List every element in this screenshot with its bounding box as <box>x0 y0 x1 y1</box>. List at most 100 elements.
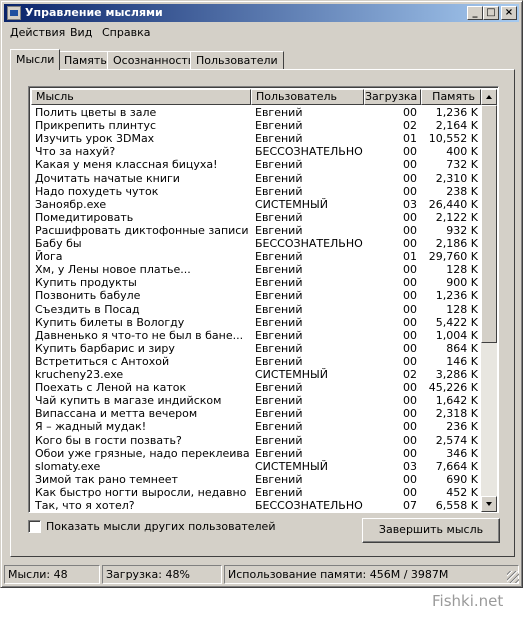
cell-thought: Какая у меня классная бицуха! <box>35 158 218 172</box>
cell-memory: 864 K <box>446 341 478 355</box>
task-manager-window: Управление мыслями _ □ × Действия Вид Сп… <box>0 0 523 588</box>
menu-actions[interactable]: Действия <box>10 26 65 39</box>
column-thought[interactable]: Мысль <box>31 89 251 105</box>
cell-user: Евгений <box>255 223 303 237</box>
table-row[interactable]: Полить цветы в зале Евгений 00 1,236 K <box>31 106 481 119</box>
cell-load: 00 <box>403 289 417 303</box>
menu-help[interactable]: Справка <box>102 26 150 39</box>
cell-load: 07 <box>403 499 417 511</box>
scroll-up-icon[interactable] <box>481 89 497 105</box>
cell-load: 02 <box>403 119 417 133</box>
cell-user: Евгений <box>255 433 303 447</box>
cell-user: Евгений <box>255 407 303 421</box>
table-row[interactable]: Съездить в Посад Евгений 00 128 K <box>31 303 481 316</box>
end-thought-button[interactable]: Завершить мысль <box>362 518 500 543</box>
cell-memory: 346 K <box>446 446 478 460</box>
cell-memory: 1,642 K <box>435 394 478 408</box>
list-header: Мысль Пользователь Загрузка Память <box>31 89 481 105</box>
scroll-thumb[interactable] <box>481 105 497 343</box>
cell-thought: Заноябр.exe <box>35 197 107 211</box>
table-row[interactable]: Позвонить бабуле Евгений 00 1,236 K <box>31 289 481 302</box>
column-load[interactable]: Загрузка <box>364 89 421 105</box>
tab-users[interactable]: Пользователи <box>190 51 284 69</box>
cell-user: Евгений <box>255 276 303 290</box>
table-row[interactable]: Надо похудеть чуток Евгений 00 238 K <box>31 185 481 198</box>
table-row[interactable]: Зимой так рано темнеет Евгений 00 690 K <box>31 473 481 486</box>
cell-load: 00 <box>403 276 417 290</box>
cell-user: Евгений <box>255 171 303 185</box>
cell-thought: Обои уже грязные, надо переклеивать <box>35 446 249 460</box>
tab-awareness[interactable]: Осознанность <box>107 51 201 69</box>
table-row[interactable]: Випассана и метта вечером Евгений 00 2,318 … <box>31 407 481 420</box>
column-user[interactable]: Пользователь <box>251 89 364 105</box>
table-row[interactable]: Кого бы в гости позвать? Евгений 00 2,574 K <box>31 434 481 447</box>
cell-load: 00 <box>403 472 417 486</box>
tab-thoughts[interactable]: Мысли <box>10 49 61 70</box>
cell-thought: Чай купить в магазе индийском <box>35 394 222 408</box>
table-row[interactable]: Я – жадный мудак! Евгений 00 236 K <box>31 420 481 433</box>
table-row[interactable]: Купить барбарис и зиру Евгений 00 864 K <box>31 342 481 355</box>
minimize-button[interactable]: _ <box>467 6 483 20</box>
cell-user: Евгений <box>255 106 303 119</box>
cell-memory: 400 K <box>446 145 478 159</box>
vertical-scrollbar[interactable] <box>481 89 497 512</box>
table-row[interactable]: Поехать с Леной на каток Евгений 00 45,226 … <box>31 381 481 394</box>
table-row[interactable]: krucheny23.exe СИСТЕМНЫЙ 02 3,286 K <box>31 368 481 381</box>
thoughts-list[interactable]: Мысль Пользователь Загрузка Память Полит… <box>28 86 499 513</box>
cell-thought: Давненько я что-то не был в бане... <box>35 328 244 342</box>
resize-grip-icon[interactable] <box>507 571 519 583</box>
table-row[interactable]: Дочитать начатые книги Евгений 00 2,310 K <box>31 172 481 185</box>
table-row[interactable]: Йога Евгений 01 29,760 K <box>31 250 481 263</box>
cell-thought: Поехать с Леной на каток <box>35 381 187 395</box>
show-all-users-checkbox[interactable] <box>28 520 41 533</box>
cell-thought: Съездить в Посад <box>35 302 140 316</box>
cell-user: Евгений <box>255 341 303 355</box>
cell-user: СИСТЕМНЫЙ <box>255 368 328 381</box>
table-row[interactable]: Чай купить в магазе индийском Евгений 00 1,… <box>31 394 481 407</box>
cell-thought: Купить продукты <box>35 276 137 290</box>
cell-load: 00 <box>403 210 417 224</box>
table-row[interactable]: slomaty.exe СИСТЕМНЫЙ 03 7,664 K <box>31 460 481 473</box>
table-row[interactable]: Изучить урок 3DMax Евгений 01 10,552 K <box>31 132 481 145</box>
menu-view[interactable]: Вид <box>70 26 92 39</box>
table-row[interactable]: Так, что я хотел? БЕССОЗНАТЕЛЬНОЕ 07 6,558 … <box>31 499 481 511</box>
table-row[interactable]: Обои уже грязные, надо переклеивать Евген… <box>31 447 481 460</box>
table-row[interactable]: Помедитировать Евгений 00 2,122 K <box>31 211 481 224</box>
title-bar[interactable]: Управление мыслями _ □ × <box>4 4 519 22</box>
cell-thought: Купить барбарис и зиру <box>35 341 175 355</box>
table-row[interactable]: Бабу бы БЕССОЗНАТЕЛЬНОЕ 00 2,186 K <box>31 237 481 250</box>
cell-thought: Надо похудеть чуток <box>35 184 159 198</box>
cell-memory: 26,440 K <box>428 197 478 211</box>
cell-memory: 146 K <box>446 354 478 368</box>
maximize-button[interactable]: □ <box>483 6 499 20</box>
cell-user: Евгений <box>255 485 303 499</box>
table-row[interactable]: Как быстро ногти выросли, недавно же... Е… <box>31 486 481 499</box>
cell-memory: 732 K <box>446 158 478 172</box>
column-memory[interactable]: Память <box>421 89 481 105</box>
cell-load: 00 <box>403 315 417 329</box>
cell-memory: 2,318 K <box>435 407 478 421</box>
cell-load: 00 <box>403 381 417 395</box>
table-row[interactable]: Какая у меня классная бицуха! Евгений 00 73… <box>31 158 481 171</box>
cell-memory: 1,004 K <box>435 328 478 342</box>
table-row[interactable]: Купить продукты Евгений 00 900 K <box>31 276 481 289</box>
cell-memory: 1,236 K <box>435 289 478 303</box>
table-row[interactable]: Хм, у Лены новое платье... Евгений 00 128 K <box>31 263 481 276</box>
cell-user: БЕССОЗНАТЕЛЬНОЕ <box>255 237 363 250</box>
tab-memory[interactable]: Память <box>58 51 113 69</box>
scroll-down-icon[interactable] <box>481 496 497 512</box>
table-row[interactable]: Заноябр.exe СИСТЕМНЫЙ 03 26,440 K <box>31 198 481 211</box>
table-row[interactable]: Что за нахуй? БЕССОЗНАТЕЛЬНОЕ 00 400 K <box>31 145 481 158</box>
table-row[interactable]: Давненько я что-то не был в бане... Евген… <box>31 329 481 342</box>
cell-memory: 128 K <box>446 302 478 316</box>
cell-thought: Прикрепить плинтус <box>35 119 157 133</box>
close-button[interactable]: × <box>501 6 517 20</box>
table-row[interactable]: Купить билеты в Вологду Евгений 00 5,422 K <box>31 316 481 329</box>
app-icon <box>7 6 21 20</box>
table-row[interactable]: Расшифровать диктофонные записи Евгений 00… <box>31 224 481 237</box>
cell-load: 00 <box>403 446 417 460</box>
table-row[interactable]: Встретиться с Антохой Евгений 00 146 K <box>31 355 481 368</box>
table-row[interactable]: Прикрепить плинтус Евгений 02 2,164 K <box>31 119 481 132</box>
cell-load: 00 <box>403 407 417 421</box>
cell-user: Евгений <box>255 184 303 198</box>
